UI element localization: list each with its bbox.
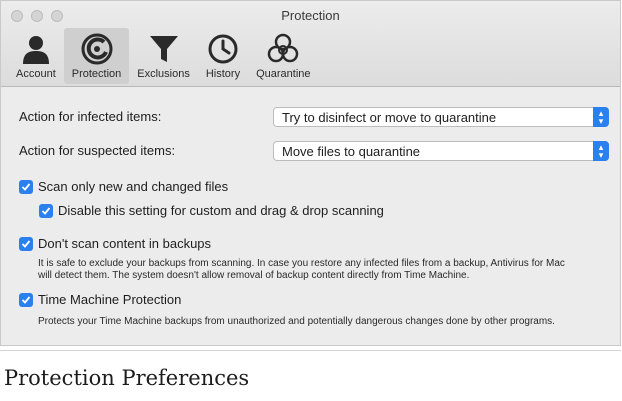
tab-label: History [205,68,241,80]
tab-exclusions[interactable]: Exclusions [129,28,198,84]
shield-ring-icon [80,33,114,65]
description-line: will detect them. The system doesn't all… [38,270,470,281]
funnel-icon [147,33,181,65]
disable-custom-scanning-label: Disable this setting for custom and drag… [58,203,384,218]
tab-label: Quarantine [256,68,311,80]
tab-label: Account [16,68,56,80]
tab-history[interactable]: History [198,28,248,84]
suspected-items-label: Action for suspected items: [19,143,176,158]
select-stepper-icon: ▴ ▾ [593,107,609,127]
window-title: Protection [281,8,340,23]
time-machine-protection-checkbox[interactable]: Time Machine Protection [19,292,181,307]
scan-new-files-checkbox[interactable]: Scan only new and changed files [19,179,228,194]
preferences-tabs: Account Protection Exclusions History Qu… [8,28,319,84]
skip-backups-label: Don't scan content in backups [38,236,212,251]
checkmark-icon [39,203,53,218]
suspected-items-select[interactable]: Move files to quarantine ▴ ▾ [273,141,609,161]
select-stepper-icon: ▴ ▾ [593,141,609,161]
skip-backups-description: It is safe to exclude your backups from … [38,258,565,282]
tab-quarantine[interactable]: Quarantine [248,28,318,84]
divider [0,350,621,351]
checkmark-icon [19,292,33,307]
preferences-window: Protection Account Protection Exclusions [0,0,621,346]
description-line: It is safe to exclude your backups from … [38,258,565,269]
biohazard-icon [266,33,300,65]
checkmark-icon [19,236,33,251]
tab-account[interactable]: Account [8,28,64,84]
clock-icon [206,33,240,65]
page-heading: Protection Preferences [4,366,250,390]
infected-items-row: Action for infected items: Try to disinf… [13,106,609,128]
protection-settings: Action for infected items: Try to disinf… [13,97,609,345]
checkmark-icon [19,179,33,194]
tab-protection[interactable]: Protection [63,28,130,84]
disable-custom-scanning-checkbox[interactable]: Disable this setting for custom and drag… [39,203,384,218]
suspected-items-value: Move files to quarantine [282,144,421,159]
tab-label: Exclusions [137,68,190,80]
infected-items-value: Try to disinfect or move to quarantine [282,110,497,125]
person-icon [19,33,53,65]
time-machine-protection-label: Time Machine Protection [38,292,182,307]
skip-backups-checkbox[interactable]: Don't scan content in backups [19,236,211,251]
toolbar: Protection Account Protection Exclusions [1,1,620,87]
tab-label: Protection [71,68,122,80]
infected-items-label: Action for infected items: [19,109,162,124]
time-machine-description: Protects your Time Machine backups from … [38,316,555,327]
suspected-items-row: Action for suspected items: Move files t… [13,140,609,162]
infected-items-select[interactable]: Try to disinfect or move to quarantine ▴… [273,107,609,127]
scan-new-files-label: Scan only new and changed files [38,179,229,194]
